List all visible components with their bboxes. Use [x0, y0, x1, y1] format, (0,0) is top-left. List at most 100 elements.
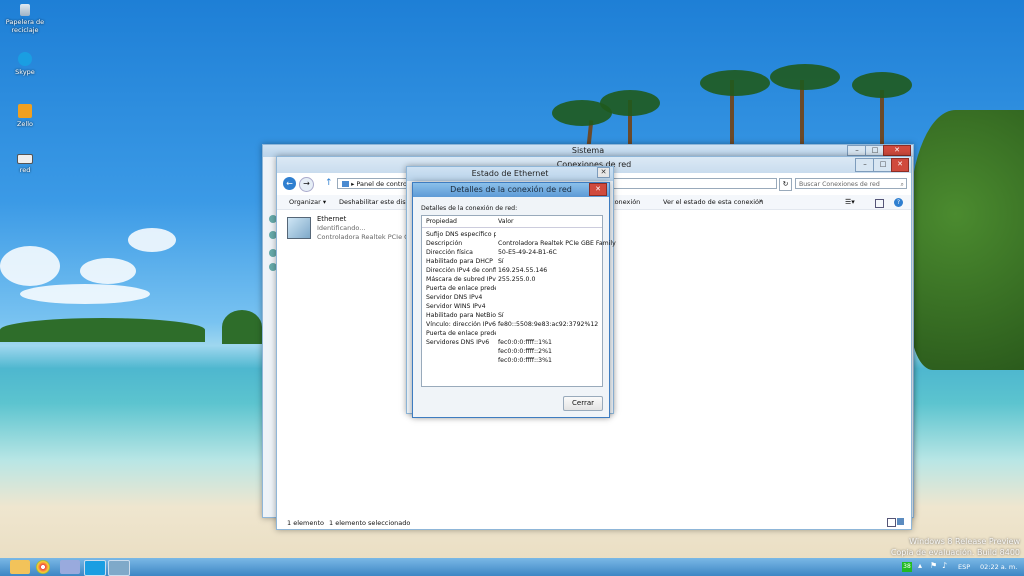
- desktop-icon-label: Skype: [15, 68, 35, 76]
- property-cell: Vínculo: dirección IPv6 l...: [426, 321, 496, 328]
- cloud: [128, 228, 176, 252]
- sistema-title: Sistema: [571, 146, 605, 155]
- close-button-label: Cerrar: [572, 399, 594, 407]
- property-cell: Habilitado para NetBios ...: [426, 312, 496, 319]
- zello-icon: [18, 104, 32, 118]
- notification-badge[interactable]: 38: [902, 562, 912, 572]
- details-row[interactable]: Descripción Controladora Realtek PCIe GBE…: [426, 239, 616, 248]
- details-view-icon[interactable]: [887, 518, 896, 527]
- property-cell: Puerta de enlace predet...: [426, 285, 496, 292]
- details-row[interactable]: Servidores DNS IPv6 fec0:0:0:ffff::1%1: [426, 338, 598, 347]
- minimize-button[interactable]: –: [855, 158, 875, 172]
- details-row[interactable]: Habilitado para NetBios ...Sí: [426, 311, 598, 320]
- cloud: [20, 284, 150, 304]
- details-row[interactable]: Puerta de enlace predet...: [426, 284, 598, 293]
- preview-pane-icon[interactable]: [875, 199, 884, 208]
- desktop-icon-skype[interactable]: Skype: [0, 52, 55, 76]
- details-row[interactable]: Servidor DNS IPv4: [426, 293, 598, 302]
- column-header-value[interactable]: Valor: [498, 216, 514, 227]
- value-cell: Controladora Realtek PCIe GBE Family: [498, 240, 616, 247]
- value-cell: fec0:0:0:ffff::2%1: [498, 348, 552, 355]
- clock[interactable]: 02:22 a. m.: [980, 563, 1017, 571]
- desktop-icon-recycle-bin[interactable]: Papelera de reciclaje: [0, 4, 55, 34]
- file-explorer-taskbar-icon[interactable]: [10, 560, 30, 574]
- desktop-icon-zello[interactable]: Zello: [0, 104, 55, 128]
- organize-menu[interactable]: Organizar ▾: [289, 198, 326, 206]
- property-cell: Descripción: [426, 240, 463, 247]
- breadcrumb: Panel de control: [356, 180, 409, 188]
- forward-button[interactable]: →: [299, 177, 314, 192]
- details-row[interactable]: Puerta de enlace predet...: [426, 329, 598, 338]
- more-button[interactable]: »: [759, 197, 763, 205]
- search-input[interactable]: Buscar Conexiones de red ⌕: [795, 178, 907, 189]
- close-button[interactable]: ✕: [597, 167, 610, 178]
- details-row[interactable]: fec0:0:0:ffff::3%1: [426, 356, 598, 365]
- details-rows: Sufijo DNS específico p... Descripción Con…: [422, 230, 616, 386]
- details-row[interactable]: Dirección física 50-E5-49-24-B1-6C: [426, 248, 598, 257]
- details-row[interactable]: Vínculo: dirección IPv6 l...fe80::5508:9…: [426, 320, 598, 329]
- chrome-taskbar-icon[interactable]: [36, 560, 50, 574]
- connection-settings-label: conexión: [611, 198, 641, 206]
- property-cell: Servidor WINS IPv4: [426, 303, 486, 310]
- property-cell: Puerta de enlace predet...: [426, 330, 496, 337]
- palm-fronds: [700, 70, 770, 96]
- flag-icon[interactable]: ⚑: [930, 561, 937, 570]
- breadcrumb-arrow: ▸: [351, 180, 355, 188]
- details-row[interactable]: Máscara de subred IPv4 255.255.0.0: [426, 275, 598, 284]
- adapter-status: Identificando...: [317, 224, 366, 232]
- cloud: [0, 246, 60, 286]
- network-adapter-icon: [287, 217, 311, 239]
- detalles-dialog[interactable]: Detalles de la conexión de red ✕ Detalle…: [412, 182, 616, 418]
- desktop-icon-label: Papelera de reciclaje: [5, 18, 45, 34]
- estado-title: Estado de Ethernet: [471, 169, 549, 178]
- tray-up-icon[interactable]: ▴: [918, 561, 922, 570]
- watermark-line-2: Copia de evaluación. Build 8400: [890, 548, 1020, 557]
- details-row[interactable]: Servidor WINS IPv4: [426, 302, 598, 311]
- estado-titlebar[interactable]: Estado de Ethernet: [407, 167, 613, 181]
- view-options-icon[interactable]: ☰▾: [845, 198, 855, 206]
- pin-taskbar-icon[interactable]: [60, 560, 80, 574]
- maximize-button[interactable]: □: [873, 158, 893, 172]
- network-taskbar-icon[interactable]: [108, 560, 130, 576]
- back-button[interactable]: ←: [283, 177, 296, 190]
- detalles-titlebar[interactable]: Detalles de la conexión de red: [413, 183, 609, 197]
- value-cell: fec0:0:0:ffff::1%1: [498, 339, 552, 346]
- skype-icon: [18, 52, 32, 66]
- refresh-button[interactable]: ↻: [779, 178, 792, 191]
- up-button[interactable]: ↑: [325, 179, 333, 188]
- help-icon[interactable]: ?: [894, 198, 903, 207]
- property-cell: Sufijo DNS específico p...: [426, 231, 496, 238]
- search-icon: ⌕: [900, 181, 904, 188]
- connection-settings-button[interactable]: conexión: [611, 198, 640, 206]
- close-button[interactable]: ✕: [589, 183, 607, 196]
- details-row[interactable]: Dirección IPv4 de config...169.254.55.14…: [426, 266, 598, 275]
- cancel-button[interactable]: Cerrar: [563, 396, 603, 411]
- details-row[interactable]: Sufijo DNS específico p...: [426, 230, 598, 239]
- palm-fronds: [600, 90, 660, 116]
- language-indicator[interactable]: ESP: [958, 563, 970, 571]
- details-row[interactable]: Habilitado para DHCP Sí: [426, 257, 598, 266]
- volume-icon[interactable]: ♪: [942, 561, 947, 570]
- property-cell: Dirección IPv4 de config...: [426, 267, 496, 274]
- desktop-icon-red[interactable]: red: [0, 154, 55, 174]
- items-selected: 1 elemento seleccionado: [329, 519, 411, 527]
- skype-taskbar-icon[interactable]: [84, 560, 106, 576]
- property-cell: Servidor DNS IPv4: [426, 294, 483, 301]
- column-header-property[interactable]: Propiedad: [426, 216, 457, 227]
- details-list[interactable]: Propiedad Valor Sufijo DNS específico p.…: [421, 215, 616, 387]
- tree: [910, 110, 1024, 370]
- network-adapter-item[interactable]: Ethernet Identificando... Controladora R…: [285, 215, 424, 243]
- minimize-button[interactable]: –: [847, 145, 867, 156]
- value-cell: 169.254.55.146: [498, 267, 548, 274]
- palm-fronds: [852, 72, 912, 98]
- details-row[interactable]: fec0:0:0:ffff::2%1: [426, 347, 598, 356]
- value-cell: fec0:0:0:ffff::3%1: [498, 357, 552, 364]
- large-icons-view-icon[interactable]: [897, 518, 904, 525]
- adapter-name: Ethernet: [317, 215, 347, 223]
- desktop-icon-label: red: [19, 166, 31, 174]
- view-status-button[interactable]: Ver el estado de esta conexión: [663, 198, 763, 206]
- maximize-button[interactable]: □: [865, 145, 885, 156]
- close-button[interactable]: ✕: [883, 145, 911, 156]
- value-cell: 255.255.0.0: [498, 276, 536, 283]
- close-button[interactable]: ✕: [891, 158, 909, 172]
